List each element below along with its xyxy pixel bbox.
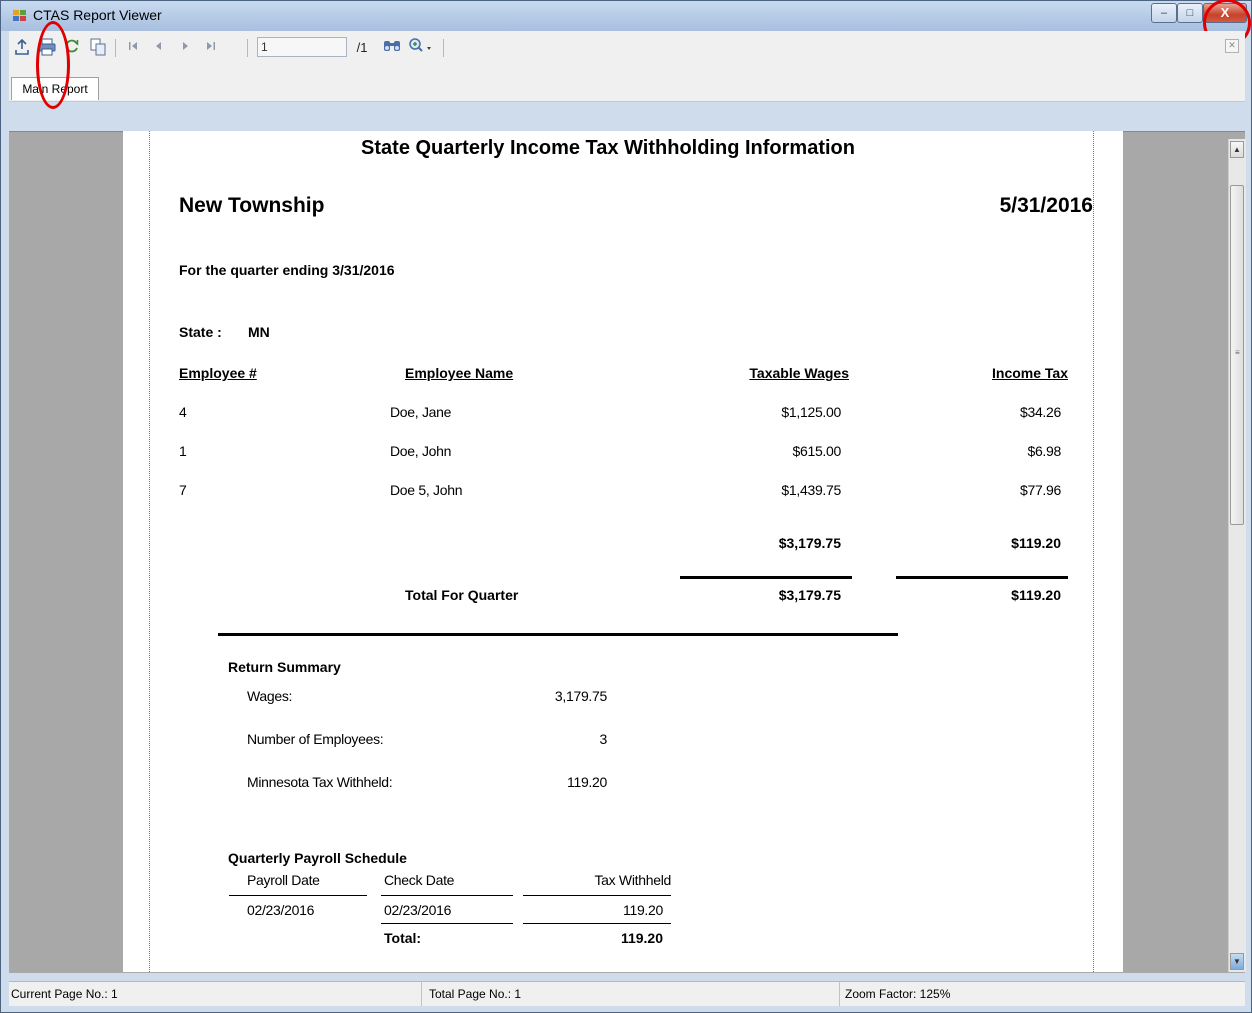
table-row-2-taxable-wages: $615.00 [792,443,841,459]
report-page: State Quarterly Income Tax Withholding I… [123,131,1123,972]
column-employee-no: Employee # [179,365,257,381]
total-for-quarter-label: Total For Quarter [405,587,519,603]
zoom-icon[interactable] [407,38,437,58]
vertical-scrollbar[interactable]: ▲ ≡ ▼ [1228,139,1246,972]
table-row-3-taxable-wages: $1,439.75 [781,482,841,498]
tab-main-report[interactable]: Main Report [11,77,99,100]
table-row-1-employee-name: Doe, Jane [390,404,452,420]
window-title: CTAS Report Viewer [33,7,162,23]
page-margin-left [149,131,150,972]
schedule-row-tax-withheld: 119.20 [623,902,663,918]
state-value: MN [248,324,270,340]
quarter-label: For the quarter ending 3/31/2016 [179,262,395,278]
page-margin-right [1093,131,1094,972]
entity-name: New Township [179,194,325,217]
toolbar: /1 ✕ Main Report [9,31,1245,102]
schedule-row-rule-1 [381,923,513,924]
export-icon[interactable] [13,38,31,58]
column-taxable-wages: Taxable Wages [749,365,849,381]
payroll-date-header: Payroll Date [247,872,320,888]
table-row-2-employee-name: Doe, John [390,443,452,459]
withheld-label: Minnesota Tax Withheld: [247,774,393,790]
title-bar: CTAS Report Viewer – □ X [1,1,1251,31]
print-icon[interactable] [37,38,57,58]
payroll-schedule-heading: Quarterly Payroll Schedule [228,850,407,866]
table-row-3-employee-name: Doe 5, John [390,482,463,498]
table-row-2-income-tax: $6.98 [1027,443,1061,459]
schedule-total-value: 119.20 [620,930,663,946]
table-row-1-income-tax: $34.26 [1019,404,1061,420]
schedule-header-rule-2 [381,895,513,896]
employees-value: 3 [599,731,608,747]
tax-withheld-header: Tax Withheld [594,872,671,888]
refresh-icon[interactable] [63,38,81,58]
table-row-2-employee-no: 1 [179,443,187,459]
maximize-button[interactable]: □ [1177,3,1203,23]
scroll-up-arrow-icon[interactable]: ▲ [1230,141,1244,158]
withheld-value: 119.20 [567,774,607,790]
last-page-icon[interactable] [201,38,221,58]
subtotal-income-tax: $119.20 [1011,535,1061,551]
schedule-row-check-date: 02/23/2016 [384,902,452,918]
report-viewer-window: CTAS Report Viewer – □ X 1 /1 ✕ Main Rep… [0,0,1252,1013]
schedule-row-payroll-date: 02/23/2016 [247,902,315,918]
previous-page-icon[interactable] [149,38,169,58]
table-row-3-employee-no: 7 [179,482,187,498]
schedule-header-rule-1 [229,895,367,896]
toolbar-close-icon[interactable]: ✕ [1225,39,1239,53]
scroll-grip-icon: ≡ [1235,348,1240,357]
table-row-3-income-tax: $77.96 [1019,482,1061,498]
schedule-header-rule-3 [523,895,671,896]
status-zoom: Zoom Factor: 125% [845,987,951,1001]
column-employee-name: Employee Name [405,365,514,381]
wages-value: 3,179.75 [554,688,607,704]
state-label: State : [179,324,222,340]
find-icon[interactable] [381,38,403,58]
schedule-total-label: Total: [384,930,422,946]
first-page-icon[interactable] [123,38,143,58]
column-income-tax: Income Tax [992,365,1068,381]
minimize-button[interactable]: – [1151,3,1177,23]
app-icon [13,10,26,21]
page-number-input[interactable] [257,37,347,57]
employees-label: Number of Employees: [247,731,384,747]
table-row-1-employee-no: 4 [179,404,187,420]
status-bar: Current Page No.: 1 Total Page No.: 1 Zo… [9,981,1245,1006]
next-page-icon[interactable] [175,38,195,58]
subtotal-taxable-wages: $3,179.75 [778,535,841,551]
return-summary-heading: Return Summary [228,659,341,675]
copy-icon[interactable] [89,38,107,58]
check-date-header: Check Date [384,872,455,888]
total-rule [218,633,898,636]
status-current-page: Current Page No.: 1 [9,982,422,1006]
scroll-thumb[interactable]: ≡ [1230,185,1244,525]
page-total-label: /1 [356,40,368,55]
report-title: State Quarterly Income Tax Withholding I… [361,137,855,159]
total-for-quarter-tax: $119.20 [1011,587,1061,603]
toolbar-separator [443,39,444,57]
toolbar-separator [247,39,248,57]
table-row-1-taxable-wages: $1,125.00 [781,404,841,420]
subtotal-rule-wages [680,576,852,579]
close-button[interactable]: X [1203,3,1247,23]
scroll-down-arrow-icon[interactable]: ▼ [1230,953,1244,970]
wages-label: Wages: [247,688,293,704]
report-date: 5/31/2016 [999,194,1093,217]
total-for-quarter-wages: $3,179.75 [778,587,841,603]
status-total-page: Total Page No.: 1 [427,982,840,1006]
subtotal-rule-tax [896,576,1068,579]
schedule-row-rule-2 [523,923,671,924]
toolbar-separator [115,39,116,57]
